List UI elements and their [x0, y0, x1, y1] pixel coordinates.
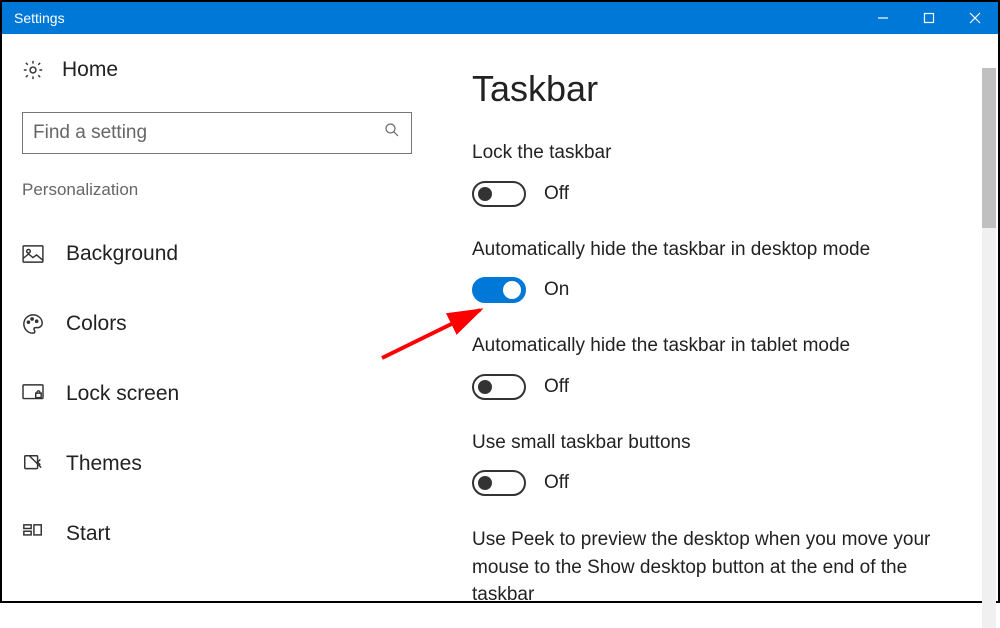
- toggle-row: Off: [472, 374, 978, 400]
- toggle-knob: [503, 281, 521, 299]
- themes-icon: [22, 453, 44, 475]
- toggle-state: Off: [544, 376, 569, 398]
- sidebar-item-themes[interactable]: Themes: [22, 438, 412, 490]
- sidebar-item-lockscreen[interactable]: Lock screen: [22, 368, 412, 420]
- titlebar: Settings: [2, 2, 998, 34]
- sidebar-item-start[interactable]: Start: [22, 508, 412, 560]
- toggle-state: On: [544, 279, 569, 301]
- minimize-button[interactable]: [860, 2, 906, 34]
- sidebar-item-label: Lock screen: [66, 382, 179, 406]
- content: Home Find a setting Personalization Back…: [2, 34, 998, 601]
- lockscreen-icon: [22, 383, 44, 405]
- section-label: Personalization: [22, 180, 412, 200]
- page-title: Taskbar: [472, 68, 978, 110]
- home-label: Home: [62, 58, 118, 82]
- toggle-row: On: [472, 277, 978, 303]
- scrollbar[interactable]: [982, 68, 996, 628]
- toggle-knob: [478, 380, 492, 394]
- toggle-autohide-desktop[interactable]: [472, 277, 526, 303]
- search-placeholder: Find a setting: [33, 122, 383, 144]
- setting-autohide-tablet: Automatically hide the taskbar in tablet…: [472, 333, 978, 400]
- toggle-knob: [478, 476, 492, 490]
- picture-icon: [22, 243, 44, 265]
- window-title: Settings: [14, 10, 65, 26]
- sidebar-item-background[interactable]: Background: [22, 228, 412, 280]
- sidebar-item-label: Background: [66, 242, 178, 266]
- sidebar-item-label: Themes: [66, 452, 142, 476]
- scrollbar-thumb[interactable]: [982, 68, 996, 228]
- setting-small-buttons: Use small taskbar buttons Off: [472, 430, 978, 497]
- toggle-small-buttons[interactable]: [472, 470, 526, 496]
- close-icon: [969, 12, 981, 24]
- toggle-row: Off: [472, 470, 978, 496]
- toggle-row: Off: [472, 181, 978, 207]
- setting-label: Automatically hide the taskbar in deskto…: [472, 237, 978, 264]
- palette-icon: [22, 313, 44, 335]
- setting-label: Use small taskbar buttons: [472, 430, 978, 457]
- close-button[interactable]: [952, 2, 998, 34]
- search-input[interactable]: Find a setting: [22, 112, 412, 154]
- toggle-state: Off: [544, 472, 569, 494]
- main-panel: Taskbar Lock the taskbar Off Automatical…: [432, 34, 998, 601]
- toggle-autohide-tablet[interactable]: [472, 374, 526, 400]
- gear-icon: [22, 59, 44, 81]
- sidebar-item-label: Start: [66, 522, 110, 546]
- sidebar: Home Find a setting Personalization Back…: [2, 34, 432, 601]
- toggle-lock-taskbar[interactable]: [472, 181, 526, 207]
- window-controls: [860, 2, 998, 34]
- setting-label: Lock the taskbar: [472, 140, 978, 167]
- setting-lock-taskbar: Lock the taskbar Off: [472, 140, 978, 207]
- maximize-button[interactable]: [906, 2, 952, 34]
- setting-peek-description: Use Peek to preview the desktop when you…: [472, 526, 952, 601]
- search-icon: [383, 121, 401, 145]
- setting-label: Automatically hide the taskbar in tablet…: [472, 333, 978, 360]
- toggle-knob: [478, 187, 492, 201]
- setting-autohide-desktop: Automatically hide the taskbar in deskto…: [472, 237, 978, 304]
- home-nav[interactable]: Home: [22, 58, 412, 82]
- toggle-state: Off: [544, 183, 569, 205]
- sidebar-item-label: Colors: [66, 312, 127, 336]
- maximize-icon: [923, 12, 935, 24]
- sidebar-item-colors[interactable]: Colors: [22, 298, 412, 350]
- minimize-icon: [877, 12, 889, 24]
- start-icon: [22, 523, 44, 545]
